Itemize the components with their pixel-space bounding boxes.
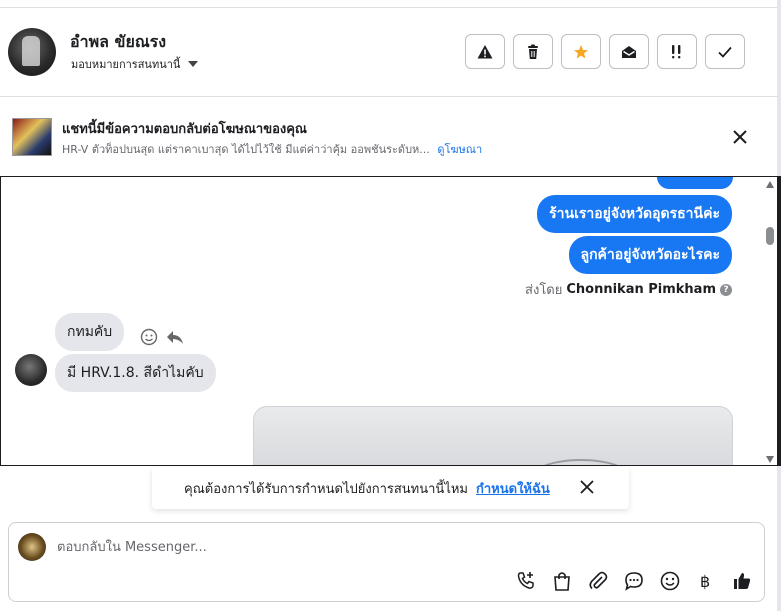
scroll-down-icon[interactable] <box>766 456 774 463</box>
close-icon[interactable] <box>579 479 595 495</box>
page-avatar <box>18 533 46 561</box>
scroll-up-icon[interactable] <box>766 181 774 188</box>
svg-text:฿: ฿ <box>700 572 710 591</box>
assign-to-me-link[interactable]: กำหนดให้ฉัน <box>476 478 550 499</box>
contact-avatar[interactable] <box>8 28 56 76</box>
sender-name: Chonnikan Pimkham <box>566 282 716 297</box>
reply-composer: ฿ <box>8 522 765 602</box>
mark-done-button[interactable] <box>705 34 745 69</box>
scroll-thumb[interactable] <box>766 227 774 245</box>
open-envelope-icon <box>622 45 636 58</box>
help-icon[interactable]: ? <box>720 283 732 296</box>
reply-icon[interactable] <box>166 328 184 346</box>
reply-input[interactable] <box>57 536 747 558</box>
close-icon[interactable] <box>731 128 749 146</box>
assign-dropdown[interactable]: มอบหมายการสนทนานี้ <box>71 55 199 73</box>
message-thread[interactable]: ร้านเราอยู่จังหวัดอุดรธานีค่ะ ลูกค้าอยู่… <box>0 176 778 466</box>
composer-toolbar: ฿ <box>515 570 753 592</box>
image-attachment[interactable] <box>253 406 733 465</box>
ad-thumbnail[interactable] <box>12 118 52 156</box>
star-icon <box>574 44 588 58</box>
outgoing-message[interactable]: ลูกค้าอยู่จังหวัดอะไรคะ <box>568 236 732 274</box>
ad-banner-subtitle: HR-V ตัวท็อปบนสุด แต่ราคาเบาสุด ได้ไปไว้… <box>62 140 482 158</box>
checkmark-icon <box>718 46 732 58</box>
follow-up-button[interactable] <box>657 34 697 69</box>
trash-icon <box>528 44 538 59</box>
assign-reminder: คุณต้องการได้รับการกำหนดไปยังการสนทนานี้… <box>152 467 629 509</box>
warning-icon <box>477 44 493 58</box>
mark-unread-button[interactable] <box>609 34 649 69</box>
contact-avatar-small <box>15 354 47 386</box>
contact-name[interactable]: อำพล ขัยณรง <box>70 30 166 55</box>
follow-up-icon <box>672 44 681 58</box>
payment-icon[interactable]: ฿ <box>695 570 717 592</box>
emoji-icon[interactable] <box>659 570 681 592</box>
assign-label: มอบหมายการสนทนานี้ <box>71 58 181 71</box>
message-bubble-partial <box>657 177 733 189</box>
thread-scrollbar[interactable] <box>765 179 775 465</box>
emoji-react-icon[interactable] <box>140 328 158 346</box>
saved-reply-icon[interactable] <box>623 570 645 592</box>
header-actions <box>465 34 745 69</box>
sent-by-prefix: ส่งโดย <box>525 283 563 298</box>
incoming-message[interactable]: มี HRV.1.8. สีดำไมคับ <box>55 354 216 392</box>
view-ad-link[interactable]: ดูโฆษณา <box>437 143 482 156</box>
delete-button[interactable] <box>513 34 553 69</box>
call-icon[interactable] <box>515 570 537 592</box>
top-divider <box>0 0 778 8</box>
conversation-header: อำพล ขัยณรง มอบหมายการสนทนานี้ <box>0 9 778 97</box>
star-button[interactable] <box>561 34 601 69</box>
outgoing-message[interactable]: ร้านเราอยู่จังหวัดอุดรธานีค่ะ <box>537 195 732 233</box>
caret-down-icon <box>188 61 199 67</box>
like-icon[interactable] <box>731 570 753 592</box>
incoming-message[interactable]: กทมคับ <box>55 313 125 351</box>
ad-banner-title: แชทนี้มีข้อความตอบกลับต่อโฆษณาของคุณ <box>62 122 307 137</box>
reminder-text: คุณต้องการได้รับการกำหนดไปยังการสนทนานี้… <box>184 481 468 497</box>
attach-icon[interactable] <box>587 570 609 592</box>
shopping-bag-icon[interactable] <box>551 570 573 592</box>
mark-spam-button[interactable] <box>465 34 505 69</box>
ad-text: HR-V ตัวท็อปบนสุด แต่ราคาเบาสุด ได้ไปไว้… <box>62 143 430 156</box>
ad-reply-banner: แชทนี้มีข้อความตอบกลับต่อโฆษณาของคุณ HR-… <box>0 98 778 176</box>
inbox-conversation-panel: อำพล ขัยณรง มอบหมายการสนทนานี้ แชทนี้มีข… <box>0 0 781 611</box>
message-hover-actions <box>140 328 184 346</box>
sent-by-label: ส่งโดย Chonnikan Pimkham ? <box>525 279 732 300</box>
